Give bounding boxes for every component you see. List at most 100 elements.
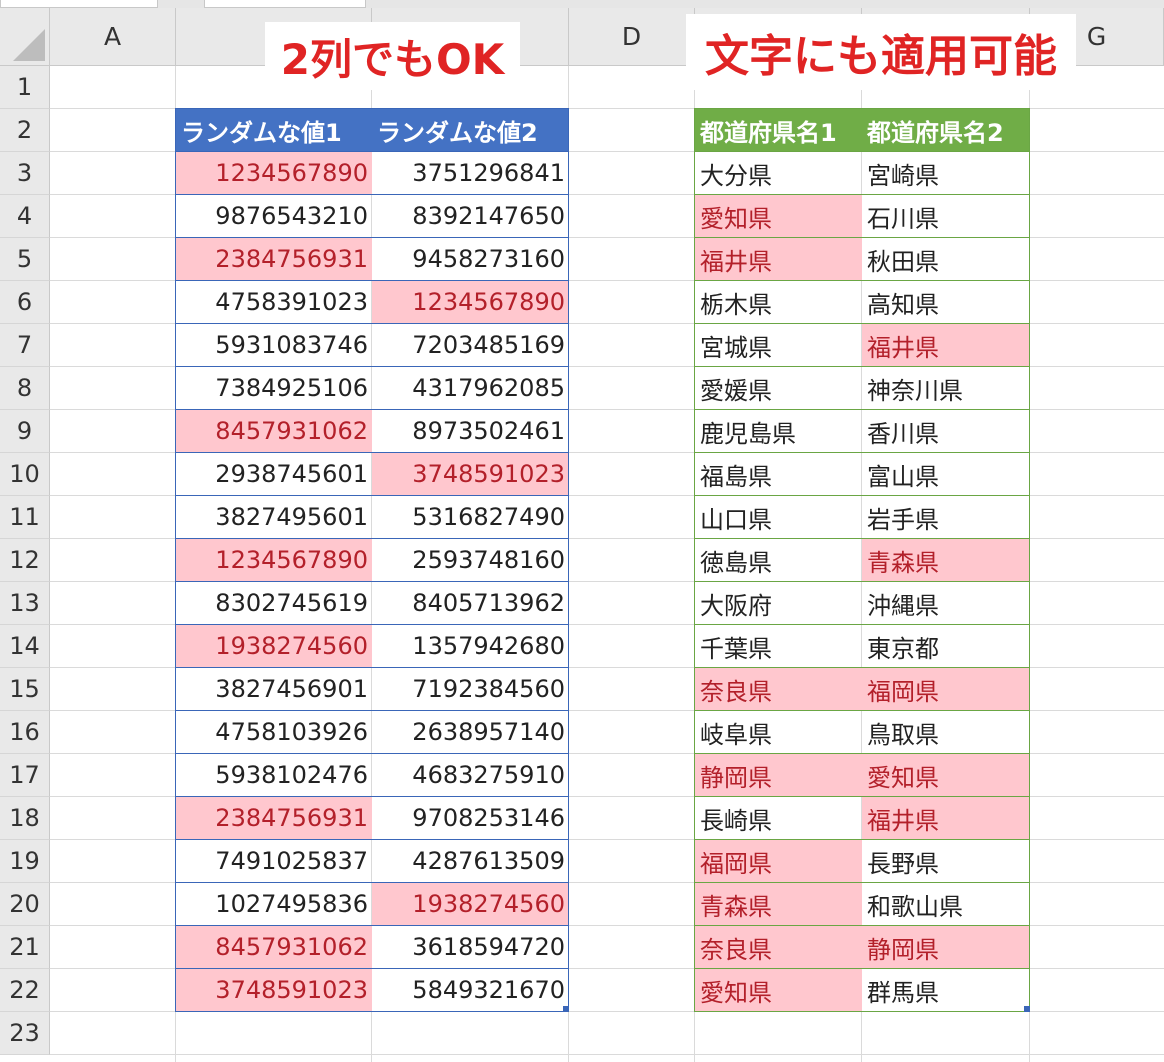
row-header-4[interactable]: 4 xyxy=(0,195,50,238)
numbers_table-cell[interactable]: 1357942680 xyxy=(372,625,569,667)
prefecture_table-cell[interactable]: 鳥取県 xyxy=(862,711,1030,753)
prefecture_table-cell[interactable]: 福井県 xyxy=(862,324,1030,366)
numbers_table-cell[interactable]: 8405713962 xyxy=(372,582,569,624)
numbers_table-cell[interactable]: 4317962085 xyxy=(372,367,569,409)
prefecture_table-cell[interactable]: 福岡県 xyxy=(862,668,1030,710)
prefecture_table-cell[interactable]: 徳島県 xyxy=(695,539,862,581)
numbers_table-cell[interactable]: 3748591023 xyxy=(176,969,372,1011)
prefecture_table-cell[interactable]: 岐阜県 xyxy=(695,711,862,753)
numbers_table-header-2[interactable]: ランダムな値2 xyxy=(372,109,569,151)
prefecture_table-cell[interactable]: 宮城県 xyxy=(695,324,862,366)
prefecture_table-cell[interactable]: 愛知県 xyxy=(862,754,1030,796)
prefecture_table-cell[interactable]: 沖縄県 xyxy=(862,582,1030,624)
row-header-14[interactable]: 14 xyxy=(0,625,50,668)
prefecture_table-cell[interactable]: 青森県 xyxy=(862,539,1030,581)
row-header-12[interactable]: 12 xyxy=(0,539,50,582)
prefecture_table-header-2[interactable]: 都道府県名2 xyxy=(862,109,1030,151)
prefecture_table-cell[interactable]: 栃木県 xyxy=(695,281,862,323)
prefecture_table-cell[interactable]: 奈良県 xyxy=(695,926,862,968)
numbers_table-cell[interactable]: 1938274560 xyxy=(176,625,372,667)
prefecture_table-cell[interactable]: 福井県 xyxy=(862,797,1030,839)
prefecture_table-cell[interactable]: 福岡県 xyxy=(695,840,862,882)
prefecture_table-cell[interactable]: 大阪府 xyxy=(695,582,862,624)
numbers_table-cell[interactable]: 4683275910 xyxy=(372,754,569,796)
numbers_table-cell[interactable]: 1938274560 xyxy=(372,883,569,925)
numbers_table-cell[interactable]: 7491025837 xyxy=(176,840,372,882)
row-header-7[interactable]: 7 xyxy=(0,324,50,367)
numbers_table-cell[interactable]: 1234567890 xyxy=(176,152,372,194)
row-header-2[interactable]: 2 xyxy=(0,109,50,152)
prefecture_table-resize-handle[interactable] xyxy=(1024,1006,1030,1012)
row-header-10[interactable]: 10 xyxy=(0,453,50,496)
prefecture_table-cell[interactable]: 山口県 xyxy=(695,496,862,538)
prefecture_table-header-1[interactable]: 都道府県名1 xyxy=(695,109,862,151)
sheet-tab-middle[interactable] xyxy=(204,0,366,8)
prefecture_table-cell[interactable]: 神奈川県 xyxy=(862,367,1030,409)
row-header-9[interactable]: 9 xyxy=(0,410,50,453)
row-header-21[interactable]: 21 xyxy=(0,926,50,969)
numbers_table-cell[interactable]: 5931083746 xyxy=(176,324,372,366)
sheet-tab-left[interactable] xyxy=(0,0,158,8)
numbers_table-cell[interactable]: 3748591023 xyxy=(372,453,569,495)
prefecture_table-cell[interactable]: 静岡県 xyxy=(695,754,862,796)
row-header-18[interactable]: 18 xyxy=(0,797,50,840)
numbers_table-cell[interactable]: 8392147650 xyxy=(372,195,569,237)
numbers_table-cell[interactable]: 9458273160 xyxy=(372,238,569,280)
numbers_table-cell[interactable]: 9708253146 xyxy=(372,797,569,839)
numbers_table-cell[interactable]: 8302745619 xyxy=(176,582,372,624)
row-header-13[interactable]: 13 xyxy=(0,582,50,625)
prefecture_table-cell[interactable]: 静岡県 xyxy=(862,926,1030,968)
numbers_table-cell[interactable]: 1234567890 xyxy=(372,281,569,323)
numbers_table-cell[interactable]: 7384925106 xyxy=(176,367,372,409)
row-header-22[interactable]: 22 xyxy=(0,969,50,1012)
numbers_table-cell[interactable]: 3827456901 xyxy=(176,668,372,710)
prefecture_table-cell[interactable]: 群馬県 xyxy=(862,969,1030,1011)
prefecture_table-cell[interactable]: 宮崎県 xyxy=(862,152,1030,194)
prefecture_table-cell[interactable]: 石川県 xyxy=(862,195,1030,237)
prefecture_table-cell[interactable]: 長野県 xyxy=(862,840,1030,882)
prefecture_table-cell[interactable]: 秋田県 xyxy=(862,238,1030,280)
numbers_table-cell[interactable]: 1234567890 xyxy=(176,539,372,581)
prefecture_table-cell[interactable]: 富山県 xyxy=(862,453,1030,495)
numbers_table-cell[interactable]: 4758103926 xyxy=(176,711,372,753)
numbers_table-cell[interactable]: 4758391023 xyxy=(176,281,372,323)
numbers_table-cell[interactable]: 3618594720 xyxy=(372,926,569,968)
prefecture_table-cell[interactable]: 鹿児島県 xyxy=(695,410,862,452)
row-header-5[interactable]: 5 xyxy=(0,238,50,281)
row-header-15[interactable]: 15 xyxy=(0,668,50,711)
numbers_table-cell[interactable]: 7203485169 xyxy=(372,324,569,366)
prefecture_table-cell[interactable]: 青森県 xyxy=(695,883,862,925)
row-header-8[interactable]: 8 xyxy=(0,367,50,410)
numbers_table-cell[interactable]: 2938745601 xyxy=(176,453,372,495)
prefecture_table-cell[interactable]: 東京都 xyxy=(862,625,1030,667)
prefecture_table-cell[interactable]: 福島県 xyxy=(695,453,862,495)
row-header-3[interactable]: 3 xyxy=(0,152,50,195)
prefecture_table-cell[interactable]: 大分県 xyxy=(695,152,862,194)
row-header-1[interactable]: 1 xyxy=(0,66,50,109)
numbers_table-cell[interactable]: 5849321670 xyxy=(372,969,569,1011)
column-header-4[interactable]: D xyxy=(569,8,695,66)
numbers_table-cell[interactable]: 5316827490 xyxy=(372,496,569,538)
numbers_table-cell[interactable]: 5938102476 xyxy=(176,754,372,796)
row-header-20[interactable]: 20 xyxy=(0,883,50,926)
numbers_table-cell[interactable]: 8457931062 xyxy=(176,410,372,452)
numbers_table-cell[interactable]: 3827495601 xyxy=(176,496,372,538)
prefecture_table-cell[interactable]: 愛媛県 xyxy=(695,367,862,409)
numbers_table-cell[interactable]: 9876543210 xyxy=(176,195,372,237)
prefecture_table-cell[interactable]: 岩手県 xyxy=(862,496,1030,538)
numbers_table-cell[interactable]: 1027495836 xyxy=(176,883,372,925)
prefecture_table-cell[interactable]: 奈良県 xyxy=(695,668,862,710)
row-header-23[interactable]: 23 xyxy=(0,1012,50,1055)
row-header-19[interactable]: 19 xyxy=(0,840,50,883)
numbers_table-header-1[interactable]: ランダムな値1 xyxy=(176,109,372,151)
numbers_table-resize-handle[interactable] xyxy=(563,1006,569,1012)
prefecture_table-cell[interactable]: 福井県 xyxy=(695,238,862,280)
numbers_table-cell[interactable]: 7192384560 xyxy=(372,668,569,710)
row-header-6[interactable]: 6 xyxy=(0,281,50,324)
prefecture_table-cell[interactable]: 香川県 xyxy=(862,410,1030,452)
row-header-11[interactable]: 11 xyxy=(0,496,50,539)
prefecture_table-cell[interactable]: 愛知県 xyxy=(695,969,862,1011)
numbers_table-cell[interactable]: 3751296841 xyxy=(372,152,569,194)
numbers_table-cell[interactable]: 8973502461 xyxy=(372,410,569,452)
numbers_table-cell[interactable]: 2384756931 xyxy=(176,797,372,839)
